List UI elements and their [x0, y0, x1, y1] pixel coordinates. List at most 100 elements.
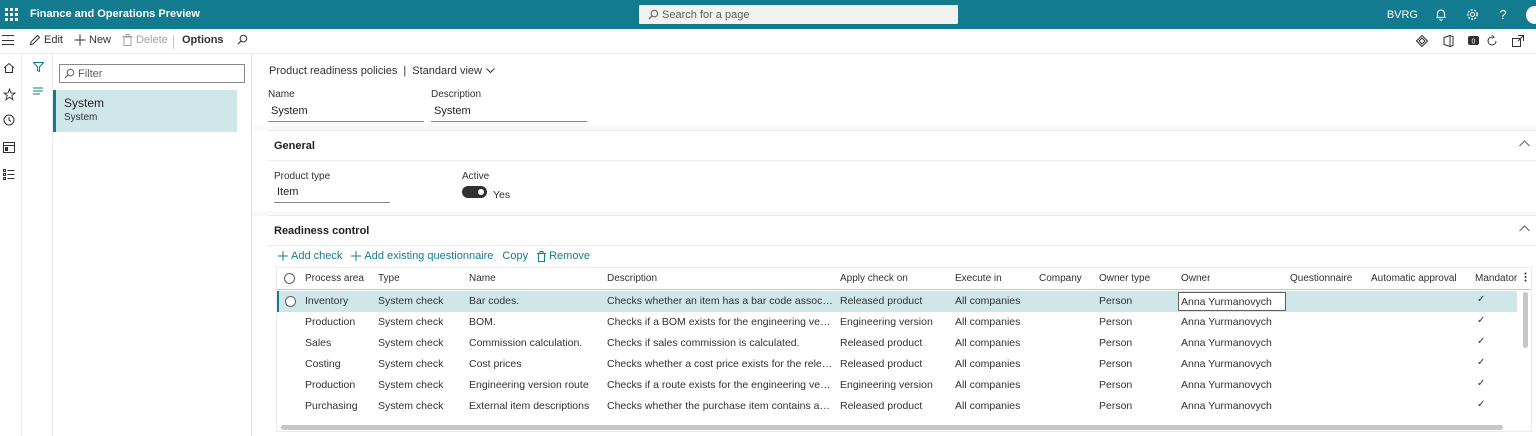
grid-toolbar: Add check Add existing questionnaire Cop…	[278, 250, 599, 262]
active-toggle[interactable]	[462, 186, 487, 198]
avatar[interactable]	[1526, 5, 1536, 24]
notification-count-icon[interactable]: 0	[1466, 33, 1482, 49]
company-picker[interactable]: BVRG	[1387, 9, 1418, 21]
action-search-button[interactable]	[237, 34, 251, 45]
edit-button[interactable]: Edit	[29, 34, 63, 46]
hamburger-icon[interactable]	[2, 35, 14, 45]
column-header-type[interactable]: Type	[378, 273, 400, 284]
top-navigation-bar: Finance and Operations Preview Search fo…	[0, 0, 1536, 29]
column-header-execute-in[interactable]: Execute in	[955, 273, 1002, 284]
home-icon[interactable]	[2, 61, 16, 75]
list-item[interactable]: System System	[53, 90, 237, 132]
delete-label: Delete	[136, 34, 168, 46]
list-item-title: System	[64, 96, 105, 110]
cell-description: Checks if sales commission is calculated…	[607, 337, 800, 349]
column-header-company[interactable]: Company	[1039, 273, 1082, 284]
column-header-apply-check-on[interactable]: Apply check on	[840, 273, 908, 284]
svg-text:0: 0	[1472, 38, 1476, 45]
description-field[interactable]: System	[431, 103, 587, 122]
delete-button[interactable]: Delete	[122, 34, 168, 46]
column-header-owner[interactable]: Owner	[1181, 273, 1210, 284]
chevron-up-icon[interactable]	[1519, 140, 1530, 147]
cell-owner-type: Person	[1099, 379, 1133, 391]
general-title: General	[274, 139, 315, 152]
bell-icon[interactable]	[1433, 7, 1449, 23]
cell-mandatory-check[interactable]: ✓	[1477, 378, 1485, 389]
diamond-icon[interactable]	[1414, 33, 1430, 49]
filter-funnel-icon[interactable]	[31, 60, 45, 74]
general-header[interactable]: General	[268, 131, 1536, 161]
office-icon[interactable]	[1440, 33, 1456, 49]
modules-list-icon[interactable]	[2, 167, 16, 181]
column-options-icon[interactable]	[1524, 272, 1527, 285]
list-view-icon[interactable]	[31, 84, 45, 98]
cell-apply-check-on: Engineering version	[840, 316, 933, 328]
cell-type: System check	[378, 379, 444, 391]
cell-mandatory-check[interactable]: ✓	[1477, 336, 1485, 347]
list-pane: Filter System System	[53, 54, 252, 436]
table-row[interactable]: Purchasing System check External item de…	[277, 396, 1517, 417]
app-title[interactable]: Finance and Operations Preview	[30, 8, 200, 20]
cell-mandatory-check[interactable]: ✓	[1477, 399, 1485, 410]
search-box[interactable]: Search for a page	[639, 5, 958, 24]
active-label: Active	[462, 171, 490, 182]
table-row[interactable]: Production System check Engineering vers…	[277, 375, 1517, 396]
column-header-description[interactable]: Description	[607, 273, 657, 284]
column-header-mandatory[interactable]: Mandator	[1475, 273, 1521, 284]
column-header-automatic-approval[interactable]: Automatic approval	[1371, 273, 1457, 284]
product-type-label: Product type	[274, 171, 331, 182]
search-icon	[648, 9, 659, 20]
recent-clock-icon[interactable]	[2, 113, 16, 127]
readiness-control-header[interactable]: Readiness control	[268, 216, 1536, 246]
cell-process-area: Costing	[305, 358, 341, 370]
cell-mandatory-check[interactable]: ✓	[1477, 294, 1485, 305]
chevron-down-icon[interactable]	[486, 68, 495, 74]
select-all-radio[interactable]	[284, 273, 295, 284]
app-launcher-icon[interactable]	[2, 6, 20, 24]
plus-icon	[278, 251, 288, 261]
options-button[interactable]: Options	[182, 34, 224, 46]
table-row[interactable]: Sales System check Commission calculatio…	[277, 333, 1517, 354]
cell-execute-in: All companies	[955, 400, 1021, 412]
column-header-name[interactable]: Name	[469, 273, 496, 284]
cell-name: Cost prices	[469, 358, 522, 370]
list-filter-input[interactable]: Filter	[59, 64, 245, 83]
refresh-icon[interactable]	[1484, 33, 1500, 49]
copy-button[interactable]: Copy	[502, 250, 528, 262]
add-check-button[interactable]: Add check	[278, 250, 342, 262]
gear-icon[interactable]	[1464, 7, 1480, 23]
product-type-field[interactable]: Item	[274, 184, 390, 203]
vertical-scrollbar[interactable]	[1523, 292, 1528, 348]
cell-owner-input[interactable]: Anna Yurmanovych	[1178, 292, 1286, 311]
table-row[interactable]: Inventory System check Bar codes. Checks…	[277, 291, 1517, 312]
cell-description: Checks if a BOM exists for the engineeri…	[607, 316, 833, 328]
cell-type: System check	[378, 400, 444, 412]
row-select-radio[interactable]	[285, 296, 296, 307]
cell-name: Commission calculation.	[469, 337, 583, 349]
cell-execute-in: All companies	[955, 337, 1021, 349]
column-header-owner-type[interactable]: Owner type	[1099, 273, 1150, 284]
new-button[interactable]: New	[74, 34, 111, 46]
favorites-star-icon[interactable]	[2, 87, 16, 101]
table-row[interactable]: Production System check BOM. Checks if a…	[277, 312, 1517, 333]
cell-mandatory-check[interactable]: ✓	[1477, 315, 1485, 326]
cell-owner-type: Person	[1099, 400, 1133, 412]
cell-mandatory-check[interactable]: ✓	[1477, 357, 1485, 368]
column-header-process-area[interactable]: Process area	[305, 273, 364, 284]
cell-description: Checks if a route exists for the enginee…	[607, 379, 833, 391]
workspaces-icon[interactable]	[2, 140, 16, 154]
column-header-questionnaire[interactable]: Questionnaire	[1290, 273, 1352, 284]
horizontal-scrollbar[interactable]	[281, 425, 1503, 430]
view-selector[interactable]: Standard view	[412, 65, 482, 77]
name-field[interactable]: System	[268, 103, 424, 122]
table-row[interactable]: Costing System check Cost prices Checks …	[277, 354, 1517, 375]
open-new-window-icon[interactable]	[1510, 33, 1526, 49]
cell-execute-in: All companies	[955, 358, 1021, 370]
add-existing-questionnaire-button[interactable]: Add existing questionnaire	[351, 250, 493, 262]
add-existing-questionnaire-label: Add existing questionnaire	[364, 250, 494, 262]
cell-description: Checks whether the purchase item contain…	[607, 400, 833, 412]
chevron-up-icon[interactable]	[1519, 225, 1530, 232]
help-icon[interactable]: ?	[1495, 7, 1511, 23]
filter-placeholder: Filter	[78, 67, 103, 80]
remove-button[interactable]: Remove	[537, 250, 590, 262]
